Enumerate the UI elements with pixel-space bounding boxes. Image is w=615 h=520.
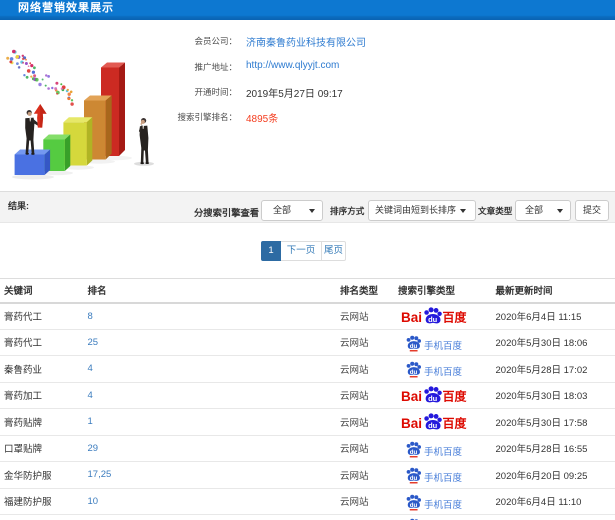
svg-text:Bai: Bai bbox=[401, 389, 422, 404]
svg-text:du: du bbox=[410, 343, 418, 350]
svg-text:du: du bbox=[410, 449, 418, 456]
svg-text:du: du bbox=[410, 475, 418, 482]
svg-text:Bai: Bai bbox=[401, 416, 422, 431]
svg-text:百度: 百度 bbox=[443, 310, 468, 325]
svg-text:Bai: Bai bbox=[401, 310, 422, 325]
svg-text:百度: 百度 bbox=[443, 389, 468, 404]
svg-text:du: du bbox=[410, 502, 418, 509]
svg-text:du: du bbox=[428, 315, 438, 324]
svg-text:du: du bbox=[410, 369, 418, 376]
svg-text:du: du bbox=[428, 394, 438, 403]
svg-text:百度: 百度 bbox=[443, 415, 468, 430]
svg-text:du: du bbox=[428, 421, 438, 430]
